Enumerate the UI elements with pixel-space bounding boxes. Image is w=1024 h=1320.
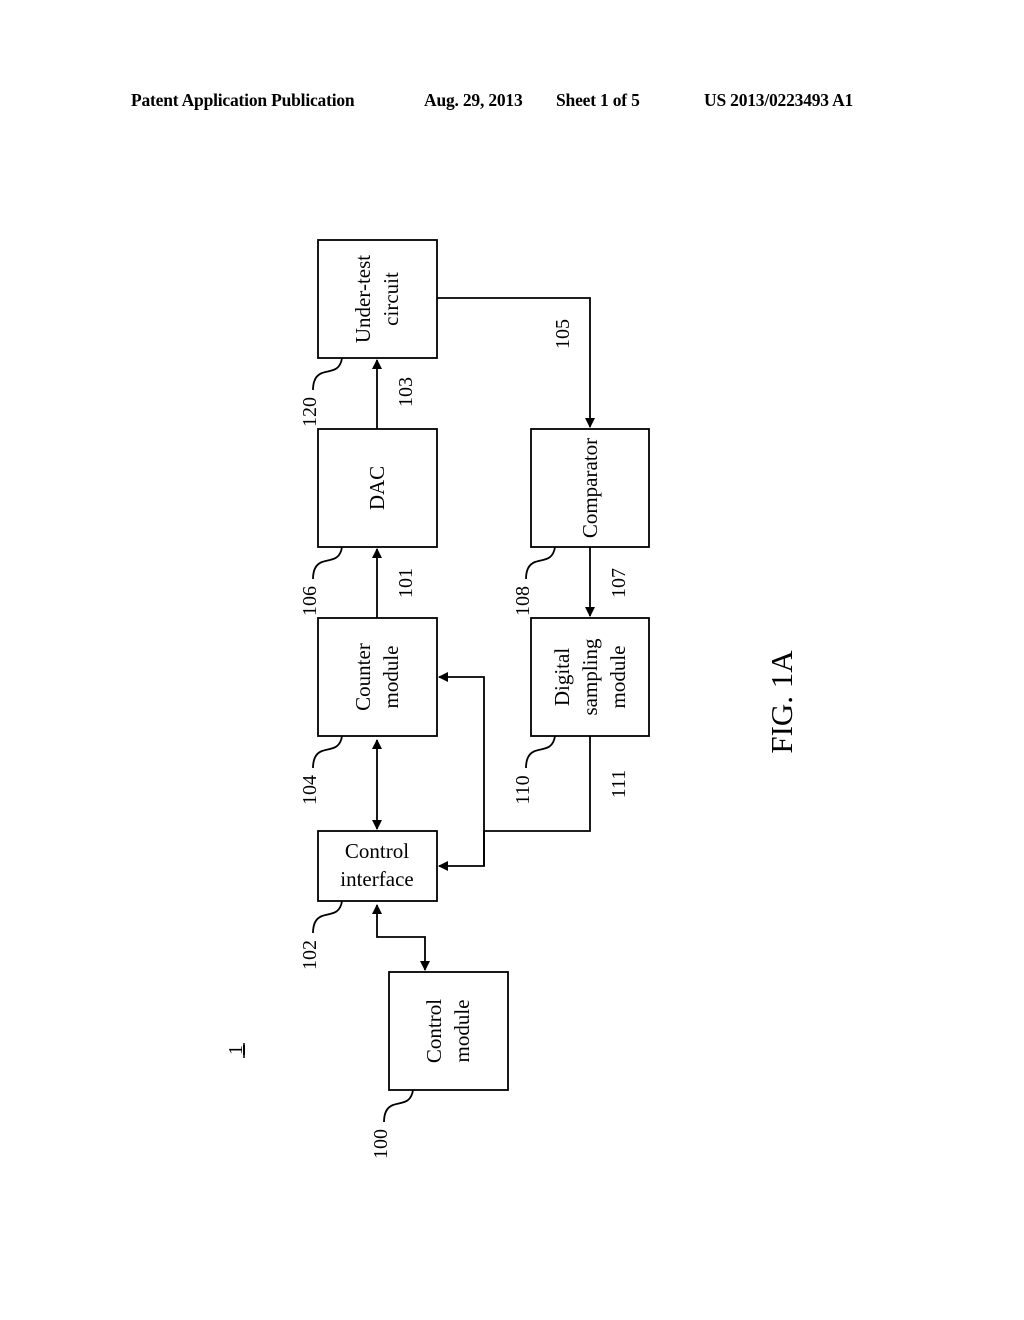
- control-module-label-line1: Control: [422, 999, 446, 1063]
- ref-110: 110: [512, 775, 534, 804]
- counter-module-block: [317, 617, 438, 737]
- ref-120: 120: [299, 397, 321, 427]
- leader-120: [312, 357, 343, 391]
- control-module-label-line2: module: [450, 1000, 474, 1063]
- leader-110: [525, 735, 556, 769]
- feedback-to-counter-arrow: [438, 672, 485, 866]
- digital-sampling-label-line3: module: [606, 646, 630, 709]
- under-test-label-line2: circuit: [379, 272, 403, 326]
- signal-103-label: 103: [395, 377, 417, 407]
- control-module-block: [388, 971, 509, 1091]
- ref-102: 102: [299, 940, 321, 970]
- under-test-label-line1: Under-test: [351, 255, 375, 343]
- signal-107-label: 107: [608, 568, 630, 598]
- counter-label-line2: module: [379, 646, 403, 709]
- comparator-label: Comparator: [578, 438, 602, 538]
- dac-label: DAC: [365, 466, 389, 510]
- signal-105-label: 105: [552, 319, 574, 349]
- leader-100: [383, 1089, 414, 1123]
- control-interface-label-line2: interface: [340, 867, 413, 891]
- control-interface-label-line1: Control: [345, 839, 409, 863]
- interface-control-bidirectional-arrow: [372, 904, 430, 971]
- signal-101-label: 101: [395, 568, 417, 598]
- digital-sampling-label-line2: sampling: [578, 638, 602, 715]
- block-diagram: Under-test circuit DAC Counter module Co…: [225, 239, 799, 1159]
- ref-106: 106: [299, 586, 321, 616]
- counter-label-line1: Counter: [351, 643, 375, 711]
- leader-102: [312, 900, 343, 934]
- ref-100: 100: [370, 1129, 392, 1159]
- ref-104: 104: [299, 775, 321, 805]
- under-test-circuit-block: [317, 239, 438, 359]
- digital-sampling-label-line1: Digital: [550, 648, 574, 706]
- ref-108: 108: [512, 586, 534, 616]
- figure-caption: FIG. 1A: [764, 650, 799, 754]
- feedback-to-interface-arrow: [438, 831, 485, 871]
- signal-111-label: 111: [608, 770, 630, 799]
- leader-106: [312, 546, 343, 580]
- leader-104: [312, 735, 343, 769]
- leader-108: [525, 546, 556, 580]
- signal-105-arrow: [437, 297, 595, 428]
